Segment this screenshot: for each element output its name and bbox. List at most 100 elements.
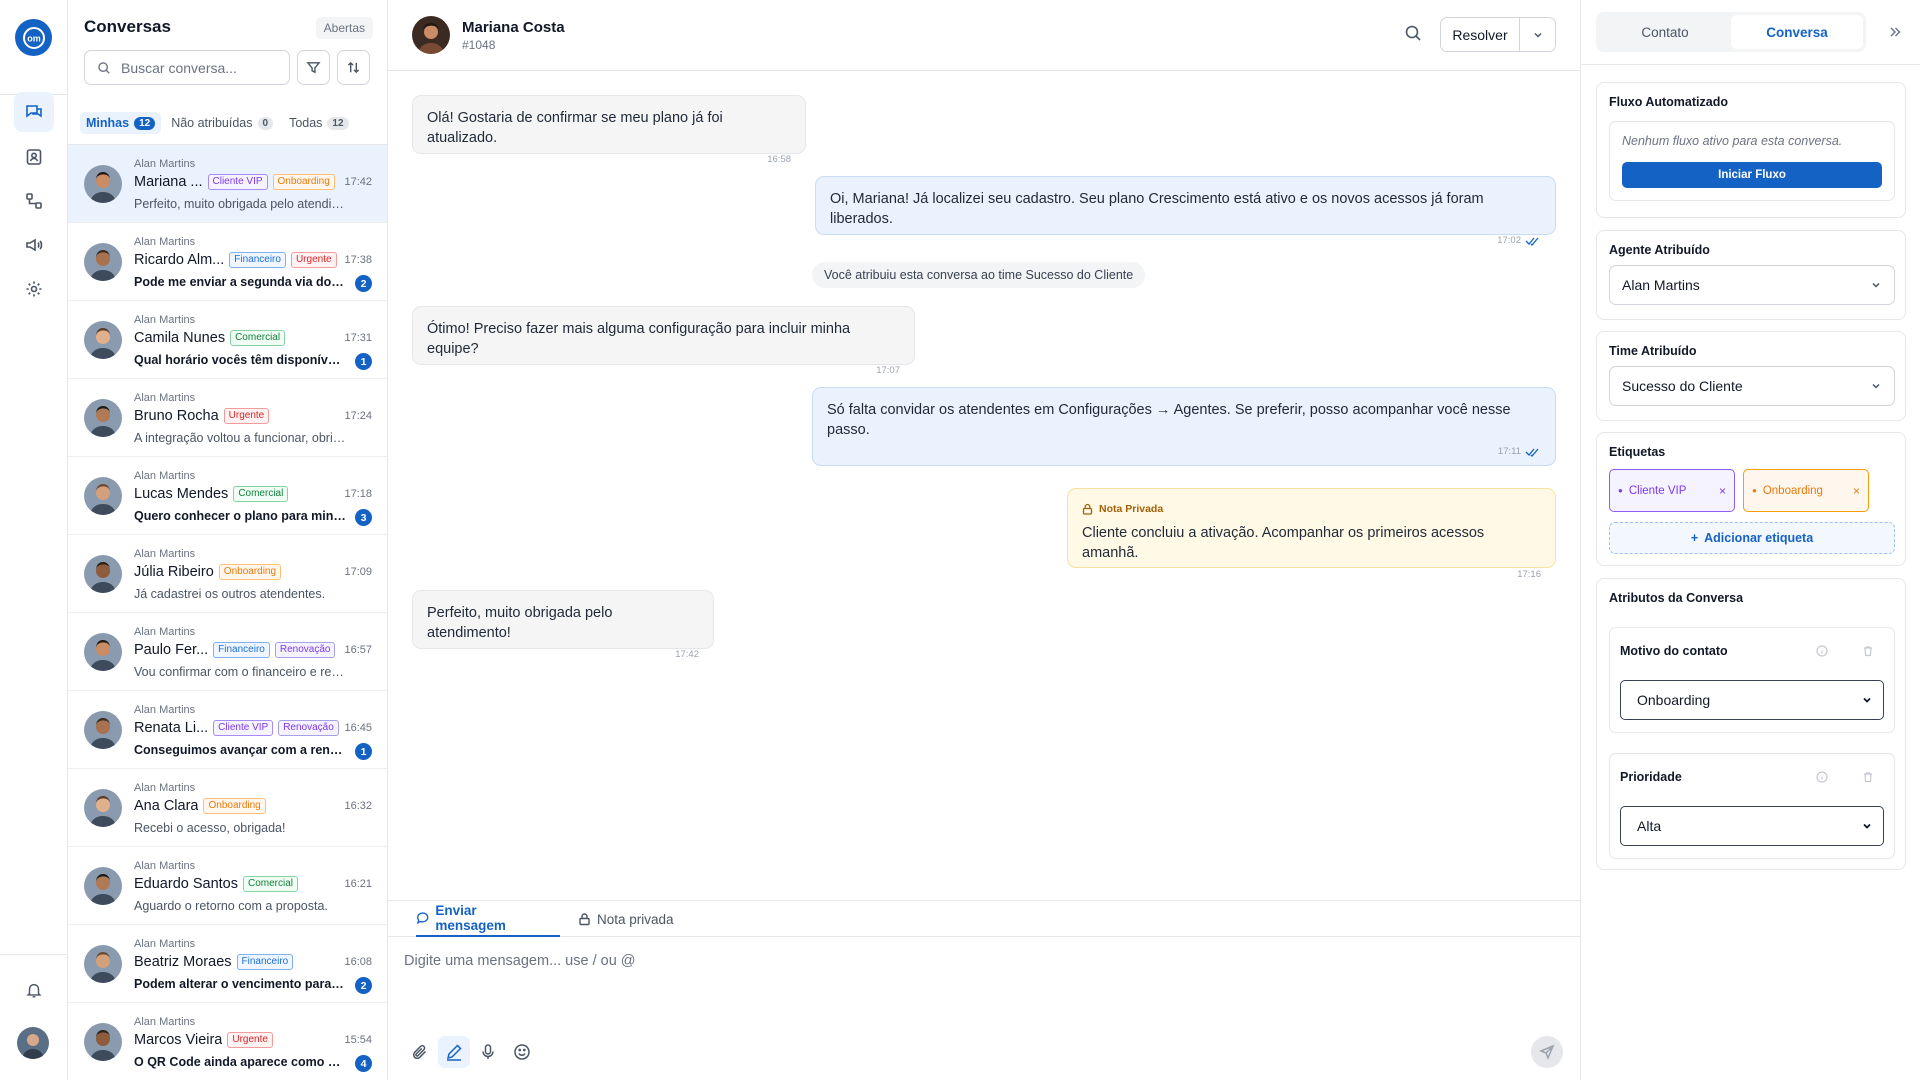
rail-item-reports[interactable]	[14, 181, 54, 221]
resolve-button[interactable]: Resolver	[1441, 18, 1520, 51]
contact-name: Renata Li...	[134, 720, 209, 736]
search-icon	[98, 61, 110, 74]
flow-box: Nenhum fluxo ativo para esta conversa. I…	[1609, 121, 1895, 201]
tag-chip[interactable]: ● Cliente VIP ×	[1609, 469, 1735, 512]
conversation-item[interactable]: Alan Martins Bruno Rocha Urgente 17:24 A int…	[68, 379, 387, 457]
conversation-item[interactable]: Alan Martins Eduardo Santos Comercial 16:21…	[68, 847, 387, 925]
conversation-item[interactable]: Alan Martins Ricardo Alm... Financeiro Urge…	[68, 223, 387, 301]
rail-item-notifications[interactable]	[14, 970, 54, 1010]
signature-button[interactable]	[438, 1036, 470, 1068]
chevron-down-icon	[1872, 282, 1880, 288]
tab-private-note[interactable]: Nota privada	[578, 901, 674, 937]
message-incoming[interactable]: Olá! Gostaria de confirmar se meu plano …	[412, 95, 806, 165]
contact-avatar[interactable]	[412, 16, 450, 54]
conversation-time: 17:09	[344, 566, 372, 578]
info-icon[interactable]	[1816, 770, 1828, 786]
trash-icon[interactable]	[1862, 770, 1874, 786]
conversation-item[interactable]: Alan Martins Marcos Vieira Urgente 15:54 O Q…	[68, 1003, 387, 1080]
contact-avatar	[84, 165, 122, 203]
rail-item-settings[interactable]	[14, 269, 54, 309]
message-outgoing[interactable]: Oi, Mariana! Já localizei seu cadastro. …	[815, 176, 1556, 246]
start-flow-button[interactable]: Iniciar Fluxo	[1622, 162, 1882, 188]
message-input[interactable]: Digite uma mensagem... use / ou @	[404, 953, 636, 969]
info-icon[interactable]	[1816, 644, 1828, 660]
audio-button[interactable]	[472, 1036, 504, 1068]
contact-name: Beatriz Moraes	[134, 954, 232, 970]
tab-all[interactable]: Todas 12	[283, 112, 354, 134]
pen-icon	[446, 1044, 462, 1061]
message-preview: Podem alterar o vencimento para o dia 10…	[134, 977, 346, 991]
conversation-item[interactable]: Alan Martins Ana Clara Onboarding 16:32 Rece…	[68, 769, 387, 847]
note-time: 17:16	[1517, 569, 1541, 580]
search-messages-icon[interactable]	[1404, 24, 1422, 45]
conversation-time: 17:42	[344, 176, 372, 188]
chat-icon	[26, 105, 42, 118]
megaphone-icon	[26, 238, 43, 252]
resolve-options-button[interactable]	[1520, 18, 1555, 51]
read-check-icon	[1525, 237, 1539, 246]
team-select[interactable]: Sucesso do Cliente	[1609, 366, 1895, 406]
details-tabs: Contato Conversa	[1596, 12, 1866, 52]
tab-label: Não atribuídas	[171, 116, 253, 130]
private-note[interactable]: Nota Privada Cliente concluiu a ativação…	[1067, 488, 1556, 580]
user-avatar[interactable]	[17, 1027, 49, 1059]
tab-contact[interactable]: Contato	[1599, 15, 1731, 49]
trash-icon[interactable]	[1862, 644, 1874, 660]
contact-avatar	[84, 477, 122, 515]
contact-avatar	[84, 399, 122, 437]
tab-mine[interactable]: Minhas 12	[80, 112, 162, 134]
conversation-item[interactable]: Alan Martins Júlia Ribeiro Onboarding 17:09…	[68, 535, 387, 613]
rail-divider-bottom	[0, 954, 68, 955]
message-incoming[interactable]: Ótimo! Preciso fazer mais alguma configu…	[412, 306, 915, 376]
attach-button[interactable]	[404, 1036, 436, 1068]
card-title: Time Atribuído	[1609, 344, 1697, 358]
send-button[interactable]	[1531, 1036, 1563, 1068]
rail-item-campaigns[interactable]	[14, 225, 54, 265]
brand-logo-icon[interactable]: om	[15, 19, 52, 56]
contact-name: Ana Clara	[134, 798, 199, 814]
collapse-sidebar-icon[interactable]	[1888, 25, 1902, 42]
conversation-time: 15:54	[344, 1034, 372, 1046]
conversation-item[interactable]: Alan Martins Renata Li... Cliente VIP Renov…	[68, 691, 387, 769]
status-filter-button[interactable]: Abertas	[315, 17, 373, 39]
system-event: Você atribuiu esta conversa ao time Suce…	[812, 262, 1146, 288]
rail-item-conversations[interactable]	[14, 92, 54, 132]
conversation-item[interactable]: Alan Martins Mariana ... Cliente VIP Onboar…	[68, 145, 387, 223]
tab-send-message[interactable]: Enviar mensagem	[416, 901, 560, 937]
conversation-item[interactable]: Alan Martins Paulo Fer... Financeiro Renova…	[68, 613, 387, 691]
add-tag-button[interactable]: + Adicionar etiqueta	[1609, 522, 1895, 554]
contact-name: Paulo Fer...	[134, 642, 209, 658]
tag-chip[interactable]: ● Onboarding ×	[1743, 469, 1869, 512]
unread-count-badge: 3	[355, 509, 372, 526]
sort-button[interactable]	[337, 50, 370, 85]
emoji-button[interactable]	[506, 1036, 538, 1068]
label-badge: Urgente	[227, 1032, 273, 1048]
message-outgoing[interactable]: Só falta convidar os atendentes em Confi…	[812, 387, 1556, 466]
message-preview: Pode me enviar a segunda via do boleto?	[134, 275, 346, 289]
message-preview: O QR Code ainda aparece como desconectad…	[134, 1055, 346, 1069]
tab-unassigned[interactable]: Não atribuídas 0	[165, 112, 279, 134]
attribute-select[interactable]: Onboarding	[1620, 680, 1884, 720]
tab-conversation[interactable]: Conversa	[1731, 15, 1863, 49]
remove-tag-icon[interactable]: ×	[1719, 484, 1726, 498]
conversation-item[interactable]: Alan Martins Lucas Mendes Comercial 17:18 Qu…	[68, 457, 387, 535]
unread-count-badge: 4	[355, 1055, 372, 1072]
tab-label: Enviar mensagem	[435, 903, 506, 933]
paperclip-icon	[412, 1045, 427, 1060]
agent-select[interactable]: Alan Martins	[1609, 265, 1895, 305]
label-badge: Cliente VIP	[213, 720, 274, 736]
contact-avatar	[84, 1023, 122, 1061]
conversation-item[interactable]: Alan Martins Camila Nunes Comercial 17:31 Qu…	[68, 301, 387, 379]
contact-name: Eduardo Santos	[134, 876, 238, 892]
conversation-item[interactable]: Alan Martins Beatriz Moraes Financeiro 16:0…	[68, 925, 387, 1003]
card-title: Atributos da Conversa	[1609, 591, 1744, 605]
remove-tag-icon[interactable]: ×	[1853, 484, 1860, 498]
rail-item-contacts[interactable]	[14, 137, 54, 177]
message-incoming[interactable]: Perfeito, muito obrigada pelo atendiment…	[412, 590, 714, 660]
search-input[interactable]: Buscar conversa...	[84, 50, 290, 85]
attribute-select[interactable]: Alta	[1620, 806, 1884, 846]
contact-name: Mariana Costa	[462, 19, 565, 36]
details-sidebar: Contato Conversa Fluxo Automatizado Nenh…	[1580, 0, 1920, 1080]
chevron-down-icon	[1863, 697, 1871, 703]
filter-button[interactable]	[297, 50, 330, 85]
